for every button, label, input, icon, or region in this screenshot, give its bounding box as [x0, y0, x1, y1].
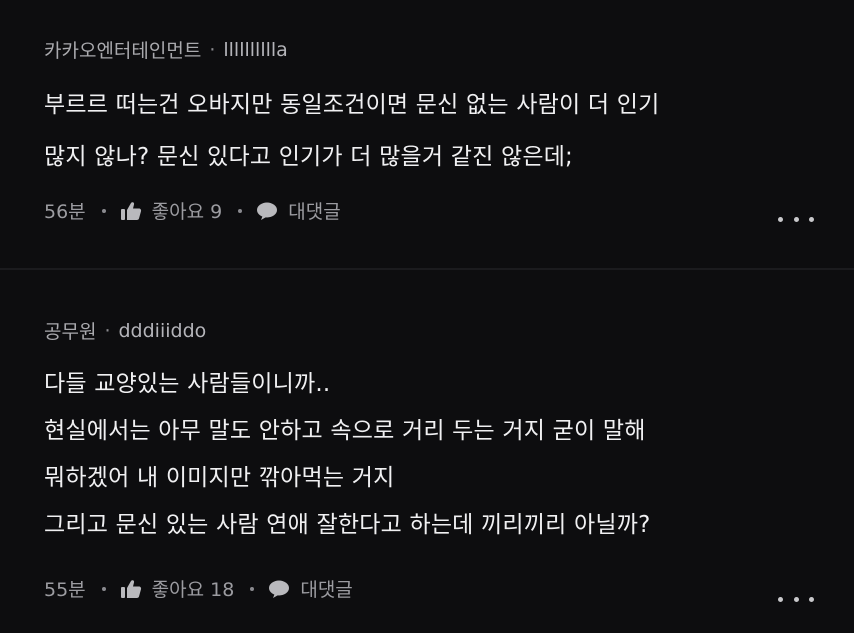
- comment-body: 다들 교양있는 사람들이니까.. 현실에서는 아무 말도 안하고 속으로 거리 …: [44, 361, 834, 549]
- reply-button[interactable]: 대댓글: [256, 197, 341, 224]
- more-dots-icon: [778, 216, 783, 222]
- comment-time: 56분: [44, 201, 86, 223]
- comment-source: 공무원: [44, 321, 97, 343]
- like-label: 좋아요 18: [151, 579, 235, 601]
- comment-source: 카카오엔터테인먼트: [44, 40, 202, 62]
- comment-line: 뭐하겠어 내 이미지만 깎아먹는 거지: [44, 465, 395, 491]
- more-dots-icon: [793, 596, 799, 602]
- comment-footer: 55분 좋아요 18 대댓글: [44, 575, 353, 602]
- comment-line: 많지 않나? 문신 있다고 인기가 더 많을거 같진 않은데;: [44, 144, 574, 170]
- reply-label: 대댓글: [288, 201, 341, 223]
- thumbs-up-icon: [120, 201, 141, 220]
- meta-separator: ·: [209, 38, 216, 61]
- comment-line: 다들 교양있는 사람들이니까..: [44, 371, 331, 397]
- footer-separator: [101, 208, 106, 213]
- more-options-button[interactable]: [778, 589, 814, 609]
- comment-body: 부르르 떠는건 오바지만 동일조건이면 문신 없는 사람이 더 인기 많지 않나…: [44, 79, 834, 183]
- reply-label: 대댓글: [300, 579, 353, 601]
- footer-separator: [238, 208, 243, 213]
- meta-separator: ·: [104, 319, 111, 342]
- comment-author[interactable]: dddiiiddo: [119, 320, 207, 342]
- footer-separator: [101, 586, 106, 591]
- more-dots-icon: [809, 216, 814, 222]
- more-dots-icon: [793, 216, 799, 222]
- comment-author[interactable]: lllllllllla: [223, 39, 287, 61]
- comment-time: 55분: [44, 579, 86, 601]
- comment-line: 부르르 떠는건 오바지만 동일조건이면 문신 없는 사람이 더 인기: [44, 92, 660, 118]
- like-button[interactable]: 좋아요 18: [120, 575, 235, 602]
- comment-footer: 56분 좋아요 9 대댓글: [44, 197, 341, 224]
- comment-item: 공무원 · dddiiiddo 다들 교양있는 사람들이니까.. 현실에서는 아…: [0, 270, 854, 633]
- footer-separator: [250, 586, 255, 591]
- thumbs-up-icon: [120, 579, 141, 598]
- comment-line: 현실에서는 아무 말도 안하고 속으로 거리 두는 거지 굳이 말해: [44, 418, 646, 444]
- like-button[interactable]: 좋아요 9: [120, 197, 223, 224]
- comment-meta: 공무원 · dddiiiddo: [44, 317, 206, 344]
- comment-line: 그리고 문신 있는 사람 연애 잘한다고 하는데 끼리끼리 아닐까?: [44, 512, 651, 538]
- speech-bubble-icon: [257, 202, 278, 220]
- more-dots-icon: [778, 596, 783, 602]
- speech-bubble-icon: [269, 580, 290, 598]
- reply-button[interactable]: 대댓글: [268, 575, 353, 602]
- more-options-button[interactable]: [778, 209, 814, 229]
- comment-item: 카카오엔터테인먼트 · lllllllllla 부르르 떠는건 오바지만 동일조…: [0, 0, 854, 268]
- more-dots-icon: [809, 596, 814, 602]
- like-label: 좋아요 9: [151, 201, 223, 223]
- comment-meta: 카카오엔터테인먼트 · lllllllllla: [44, 36, 288, 63]
